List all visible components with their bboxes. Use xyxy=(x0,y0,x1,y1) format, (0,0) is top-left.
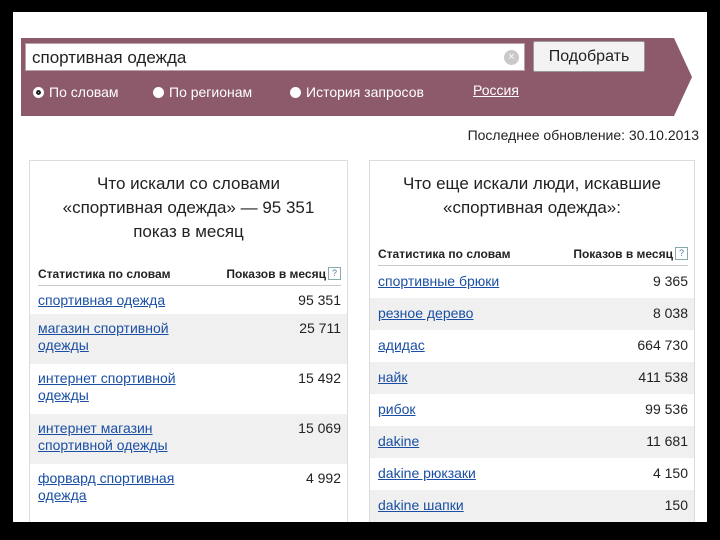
panel-title-line: «спортивная одежда» — 95 351 xyxy=(62,198,315,217)
keyword-link[interactable]: адидас xyxy=(378,337,425,354)
search-input[interactable] xyxy=(32,47,492,69)
table-row: dakine 11 681 xyxy=(370,426,694,458)
column-header-stats: Статистика по словам xyxy=(38,267,171,281)
clear-icon[interactable]: × xyxy=(504,50,519,65)
keyword-link[interactable]: dakine xyxy=(378,433,419,450)
impressions-count: 664 730 xyxy=(637,337,688,353)
keyword-link[interactable]: рибок xyxy=(378,401,416,418)
mode-by-words-radio[interactable]: По словам xyxy=(33,82,119,102)
radio-label: История запросов xyxy=(306,84,424,100)
column-header-count: Показов в месяц? xyxy=(226,267,341,281)
table-row: рибок 99 536 xyxy=(370,394,694,426)
keyword-link[interactable]: магазин спортивной одежды xyxy=(38,320,169,354)
table-row: интернет спортивной одежды 15 492 xyxy=(30,364,347,414)
panel-title-line: показ в месяц xyxy=(133,222,244,241)
keyword-link[interactable]: спортивные брюки xyxy=(378,273,499,290)
help-icon[interactable]: ? xyxy=(675,247,688,260)
panel-title-line: Что искали со словами xyxy=(97,174,280,193)
search-band-arrow xyxy=(674,38,692,116)
column-header-stats: Статистика по словам xyxy=(378,247,511,261)
table-header: Статистика по словам Показов в месяц? xyxy=(378,245,688,266)
right-panel: Что еще искали люди, искавшие «спортивная… xyxy=(369,160,695,522)
keyword-link[interactable]: интернет спортивной одежды xyxy=(38,370,176,404)
panel-title-line: Что еще искали люди, искавшие xyxy=(403,174,661,193)
last-update-text: Последнее обновление: 30.10.2013 xyxy=(467,127,699,143)
column-header-count: Показов в месяц? xyxy=(573,247,688,261)
table-row: найк 411 538 xyxy=(370,362,694,394)
table-row: спортивная одежда 95 351 xyxy=(30,286,347,314)
impressions-count: 4 150 xyxy=(652,465,688,481)
impressions-count: 15 069 xyxy=(298,420,341,436)
table-row: dakine рюкзаки 4 150 xyxy=(370,458,694,490)
table-row: магазин спортивной одежды 25 711 xyxy=(30,314,347,364)
impressions-count: 25 711 xyxy=(299,320,341,336)
keyword-link[interactable]: форвард спортивная одежда xyxy=(38,470,174,504)
keyword-link[interactable]: dakine рюкзаки xyxy=(378,465,476,482)
radio-dot xyxy=(33,86,44,98)
table-row: резное дерево 8 038 xyxy=(370,298,694,330)
table-row: форвард спортивная одежда 4 992 xyxy=(30,464,347,514)
impressions-count: 9 365 xyxy=(652,273,688,289)
table-row: dakine шапки 150 xyxy=(370,490,694,522)
impressions-count: 411 538 xyxy=(638,369,688,385)
table-row: адидас 664 730 xyxy=(370,330,694,362)
table-row: интернет магазин спортивной одежды 15 069 xyxy=(30,414,347,464)
help-icon[interactable]: ? xyxy=(328,267,341,280)
impressions-count: 150 xyxy=(664,497,688,513)
keyword-link[interactable]: спортивная одежда xyxy=(38,292,165,309)
keyword-link[interactable]: найк xyxy=(378,369,407,386)
radio-label: По словам xyxy=(49,84,119,100)
keyword-link[interactable]: резное дерево xyxy=(378,305,473,322)
keyword-link[interactable]: dakine шапки xyxy=(378,497,464,514)
table-row: спортивные брюки 9 365 xyxy=(370,266,694,298)
left-panel: Что искали со словами «спортивная одежда»… xyxy=(29,160,348,522)
impressions-count: 11 681 xyxy=(646,433,688,449)
radio-dot xyxy=(290,86,301,98)
impressions-count: 4 992 xyxy=(305,470,341,486)
wordstat-window: × Подобрать По словам По регионам Истори… xyxy=(13,12,707,522)
radio-label: По регионам xyxy=(169,84,253,100)
impressions-count: 8 038 xyxy=(652,305,688,321)
keyword-link[interactable]: интернет магазин спортивной одежды xyxy=(38,420,168,454)
mode-by-regions-radio[interactable]: По регионам xyxy=(153,82,252,102)
radio-dot xyxy=(153,86,164,98)
impressions-count: 99 536 xyxy=(645,401,688,417)
table-header: Статистика по словам Показов в месяц? xyxy=(38,265,341,286)
region-link[interactable]: Россия xyxy=(473,82,519,98)
impressions-count: 95 351 xyxy=(298,292,341,308)
mode-history-radio[interactable]: История запросов xyxy=(290,82,424,102)
impressions-count: 15 492 xyxy=(298,370,341,386)
submit-button[interactable]: Подобрать xyxy=(533,41,645,72)
panel-title-line: «спортивная одежда»: xyxy=(443,198,621,217)
search-box: × xyxy=(25,43,525,71)
